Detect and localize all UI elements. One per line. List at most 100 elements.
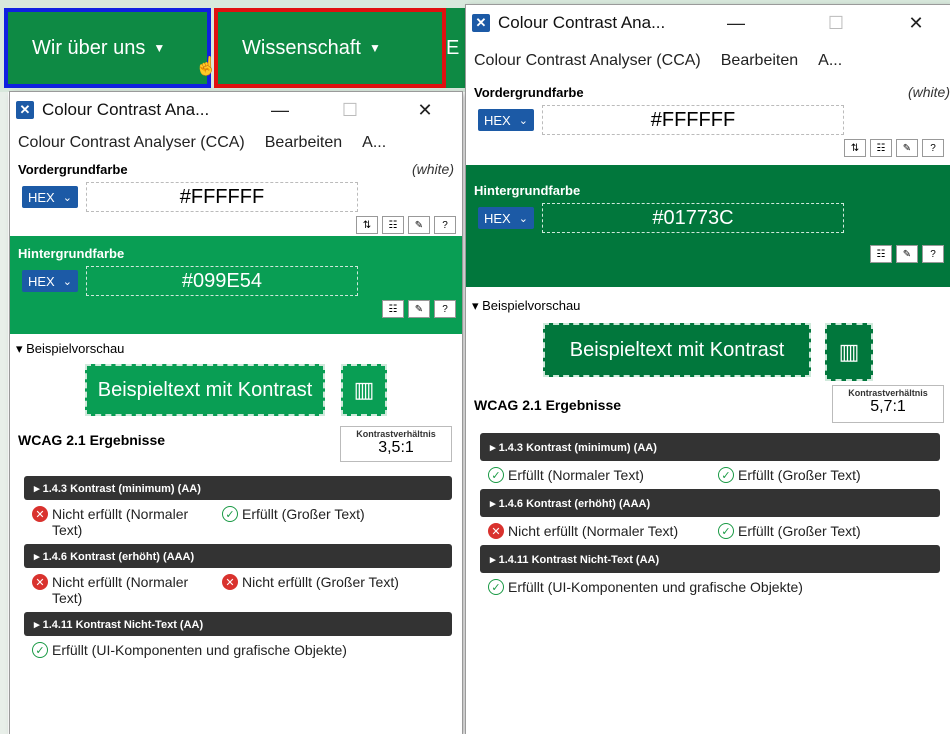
nav-item-wissenschaft[interactable]: Wissenschaft ▼ bbox=[214, 8, 446, 88]
result-text: Erfüllt (Großer Text) bbox=[738, 523, 861, 539]
preview-text: Beispieltext mit Kontrast bbox=[85, 364, 325, 416]
fail-icon: ✕ bbox=[222, 574, 238, 590]
format-select[interactable]: HEX ⌄ bbox=[478, 109, 534, 131]
help-icon[interactable]: ? bbox=[922, 245, 944, 263]
help-icon[interactable]: ? bbox=[434, 216, 456, 234]
criterion-results: ✓ Erfüllt (Normaler Text) ✓ Erfüllt (Große… bbox=[466, 461, 950, 487]
nav-item-label: Wissenschaft bbox=[242, 36, 361, 59]
criterion-results: ✓ Erfüllt (UI-Komponenten und grafische O… bbox=[466, 573, 950, 599]
sliders-icon[interactable]: ☷ bbox=[382, 216, 404, 234]
contrast-ratio-box: Kontrastverhältnis 5,7:1 bbox=[832, 385, 944, 423]
minimize-icon[interactable]: — bbox=[716, 5, 756, 41]
contrast-ratio-value: 5,7:1 bbox=[870, 398, 906, 415]
maximize-icon[interactable]: ☐ bbox=[330, 92, 370, 128]
cca-window-right: ✕ Colour Contrast Ana... — ☐ ✕ Colour Co… bbox=[466, 5, 950, 734]
preview-text: Beispieltext mit Kontrast bbox=[543, 323, 811, 377]
chart-icon[interactable]: ▥ bbox=[341, 364, 387, 416]
foreground-input-row: HEX ⌄ #FFFFFF bbox=[10, 180, 462, 214]
cca-window-left: ✕ Colour Contrast Ana... — ☐ ✕ Colour Co… bbox=[10, 92, 462, 734]
criterion-results: ✕ Nicht erfüllt (Normaler Text) ✓ Erfüllt … bbox=[466, 517, 950, 543]
minimize-icon[interactable]: — bbox=[260, 92, 300, 128]
swap-icon[interactable]: ⇅ bbox=[844, 139, 866, 157]
fail-icon: ✕ bbox=[32, 574, 48, 590]
close-icon[interactable]: ✕ bbox=[405, 92, 445, 128]
fail-icon: ✕ bbox=[488, 523, 504, 539]
result-text: Nicht erfüllt (Großer Text) bbox=[242, 574, 399, 590]
result-text: Nicht erfüllt (Normaler Text) bbox=[508, 523, 679, 539]
chevron-down-icon: ⌄ bbox=[518, 114, 528, 127]
check-icon: ✓ bbox=[32, 642, 48, 658]
sliders-icon[interactable]: ☷ bbox=[382, 300, 404, 318]
background-hex-input[interactable]: #099E54 bbox=[85, 266, 358, 296]
title-bar: ✕ Colour Contrast Ana... — ☐ ✕ bbox=[466, 5, 950, 41]
check-icon: ✓ bbox=[718, 467, 734, 483]
help-icon[interactable]: ? bbox=[434, 300, 456, 318]
chart-icon[interactable]: ▥ bbox=[825, 323, 873, 381]
criterion-results: ✕ Nicht erfüllt (Normaler Text) ✓ Erfüllt … bbox=[10, 500, 462, 542]
title-bar: ✕ Colour Contrast Ana... — ☐ ✕ bbox=[10, 92, 462, 128]
format-select-value: HEX bbox=[484, 112, 511, 128]
criterion-1-4-11[interactable]: ▸ 1.4.11 Kontrast Nicht-Text (AA) bbox=[24, 612, 452, 636]
foreground-input-row: HEX ⌄ #FFFFFF bbox=[466, 103, 950, 137]
nav-item-label: E bbox=[446, 36, 460, 59]
wcag-results-header: WCAG 2.1 Ergebnisse Kontrastverhältnis 3… bbox=[10, 420, 462, 462]
chevron-down-icon: ⌄ bbox=[518, 212, 528, 225]
eyedropper-icon[interactable]: ✎ bbox=[408, 300, 430, 318]
menu-item-bearbeiten[interactable]: Bearbeiten bbox=[721, 52, 798, 70]
foreground-tools: ⇅ ☷ ✎ ? bbox=[10, 214, 462, 236]
eyedropper-icon[interactable]: ✎ bbox=[896, 139, 918, 157]
menu-item-more[interactable]: A... bbox=[818, 52, 842, 70]
sliders-icon[interactable]: ☷ bbox=[870, 139, 892, 157]
foreground-label-row: Vordergrundfarbe (white) bbox=[466, 81, 950, 103]
wcag-title: WCAG 2.1 Ergebnisse bbox=[474, 397, 622, 413]
contrast-ratio-box: Kontrastverhältnis 3,5:1 bbox=[340, 426, 452, 462]
swap-icon[interactable]: ⇅ bbox=[356, 216, 378, 234]
help-icon[interactable]: ? bbox=[922, 139, 944, 157]
contrast-ratio-value: 3,5:1 bbox=[378, 439, 414, 456]
check-icon: ✓ bbox=[222, 506, 238, 522]
foreground-hex-input[interactable]: #FFFFFF bbox=[85, 182, 358, 212]
format-select-value: HEX bbox=[484, 210, 511, 226]
menu-item-more[interactable]: A... bbox=[362, 134, 386, 152]
menu-bar: Colour Contrast Analyser (CCA) Bearbeite… bbox=[466, 41, 950, 81]
background-tools: ☷ ✎ ? bbox=[10, 298, 462, 320]
foreground-hex-input[interactable]: #FFFFFF bbox=[541, 105, 844, 135]
caret-down-icon: ▼ bbox=[153, 41, 166, 55]
background-input-row: HEX ⌄ #01773C bbox=[466, 201, 950, 235]
app-logo-icon: ✕ bbox=[472, 14, 490, 32]
foreground-label-row: Vordergrundfarbe (white) bbox=[10, 158, 462, 180]
eyedropper-icon[interactable]: ✎ bbox=[408, 216, 430, 234]
background-hex-input[interactable]: #01773C bbox=[541, 203, 844, 233]
format-select[interactable]: HEX ⌄ bbox=[22, 270, 78, 292]
criterion-1-4-11[interactable]: ▸ 1.4.11 Kontrast Nicht-Text (AA) bbox=[480, 545, 940, 573]
format-select[interactable]: HEX ⌄ bbox=[22, 186, 78, 208]
background-section: Hintergrundfarbe HEX ⌄ #01773C ☷ ✎ ? bbox=[466, 165, 950, 287]
format-select-value: HEX bbox=[28, 189, 55, 205]
eyedropper-icon[interactable]: ✎ bbox=[896, 245, 918, 263]
criterion-1-4-3[interactable]: ▸ 1.4.3 Kontrast (minimum) (AA) bbox=[480, 433, 940, 461]
contrast-ratio-label: Kontrastverhältnis bbox=[848, 388, 928, 398]
preview-section-toggle[interactable]: ▾ Beispielvorschau bbox=[10, 338, 462, 360]
criterion-results: ✕ Nicht erfüllt (Normaler Text) ✕ Nicht er… bbox=[10, 568, 462, 610]
maximize-icon[interactable]: ☐ bbox=[816, 5, 856, 41]
criterion-1-4-3[interactable]: ▸ 1.4.3 Kontrast (minimum) (AA) bbox=[24, 476, 452, 500]
criterion-1-4-6[interactable]: ▸ 1.4.6 Kontrast (erhöht) (AAA) bbox=[480, 489, 940, 517]
preview-section-toggle[interactable]: ▾ Beispielvorschau bbox=[466, 295, 950, 317]
menu-item-cca[interactable]: Colour Contrast Analyser (CCA) bbox=[18, 134, 245, 152]
close-icon[interactable]: ✕ bbox=[896, 5, 936, 41]
format-select-value: HEX bbox=[28, 273, 55, 289]
menu-item-cca[interactable]: Colour Contrast Analyser (CCA) bbox=[474, 52, 701, 70]
chevron-down-icon: ⌄ bbox=[62, 191, 72, 204]
wcag-results-header: WCAG 2.1 Ergebnisse Kontrastverhältnis 5… bbox=[466, 385, 950, 425]
sliders-icon[interactable]: ☷ bbox=[870, 245, 892, 263]
result-text: Nicht erfüllt (Normaler Text) bbox=[52, 506, 189, 538]
window-title: Colour Contrast Ana... bbox=[42, 100, 210, 119]
menu-item-bearbeiten[interactable]: Bearbeiten bbox=[265, 134, 342, 152]
wcag-title: WCAG 2.1 Ergebnisse bbox=[18, 432, 166, 448]
foreground-tools: ⇅ ☷ ✎ ? bbox=[466, 137, 950, 159]
check-icon: ✓ bbox=[718, 523, 734, 539]
nav-item-wir-ueber-uns[interactable]: Wir über uns ▼ bbox=[4, 8, 211, 88]
criterion-results: ✓ Erfüllt (UI-Komponenten und grafische O… bbox=[10, 636, 462, 662]
criterion-1-4-6[interactable]: ▸ 1.4.6 Kontrast (erhöht) (AAA) bbox=[24, 544, 452, 568]
format-select[interactable]: HEX ⌄ bbox=[478, 207, 534, 229]
